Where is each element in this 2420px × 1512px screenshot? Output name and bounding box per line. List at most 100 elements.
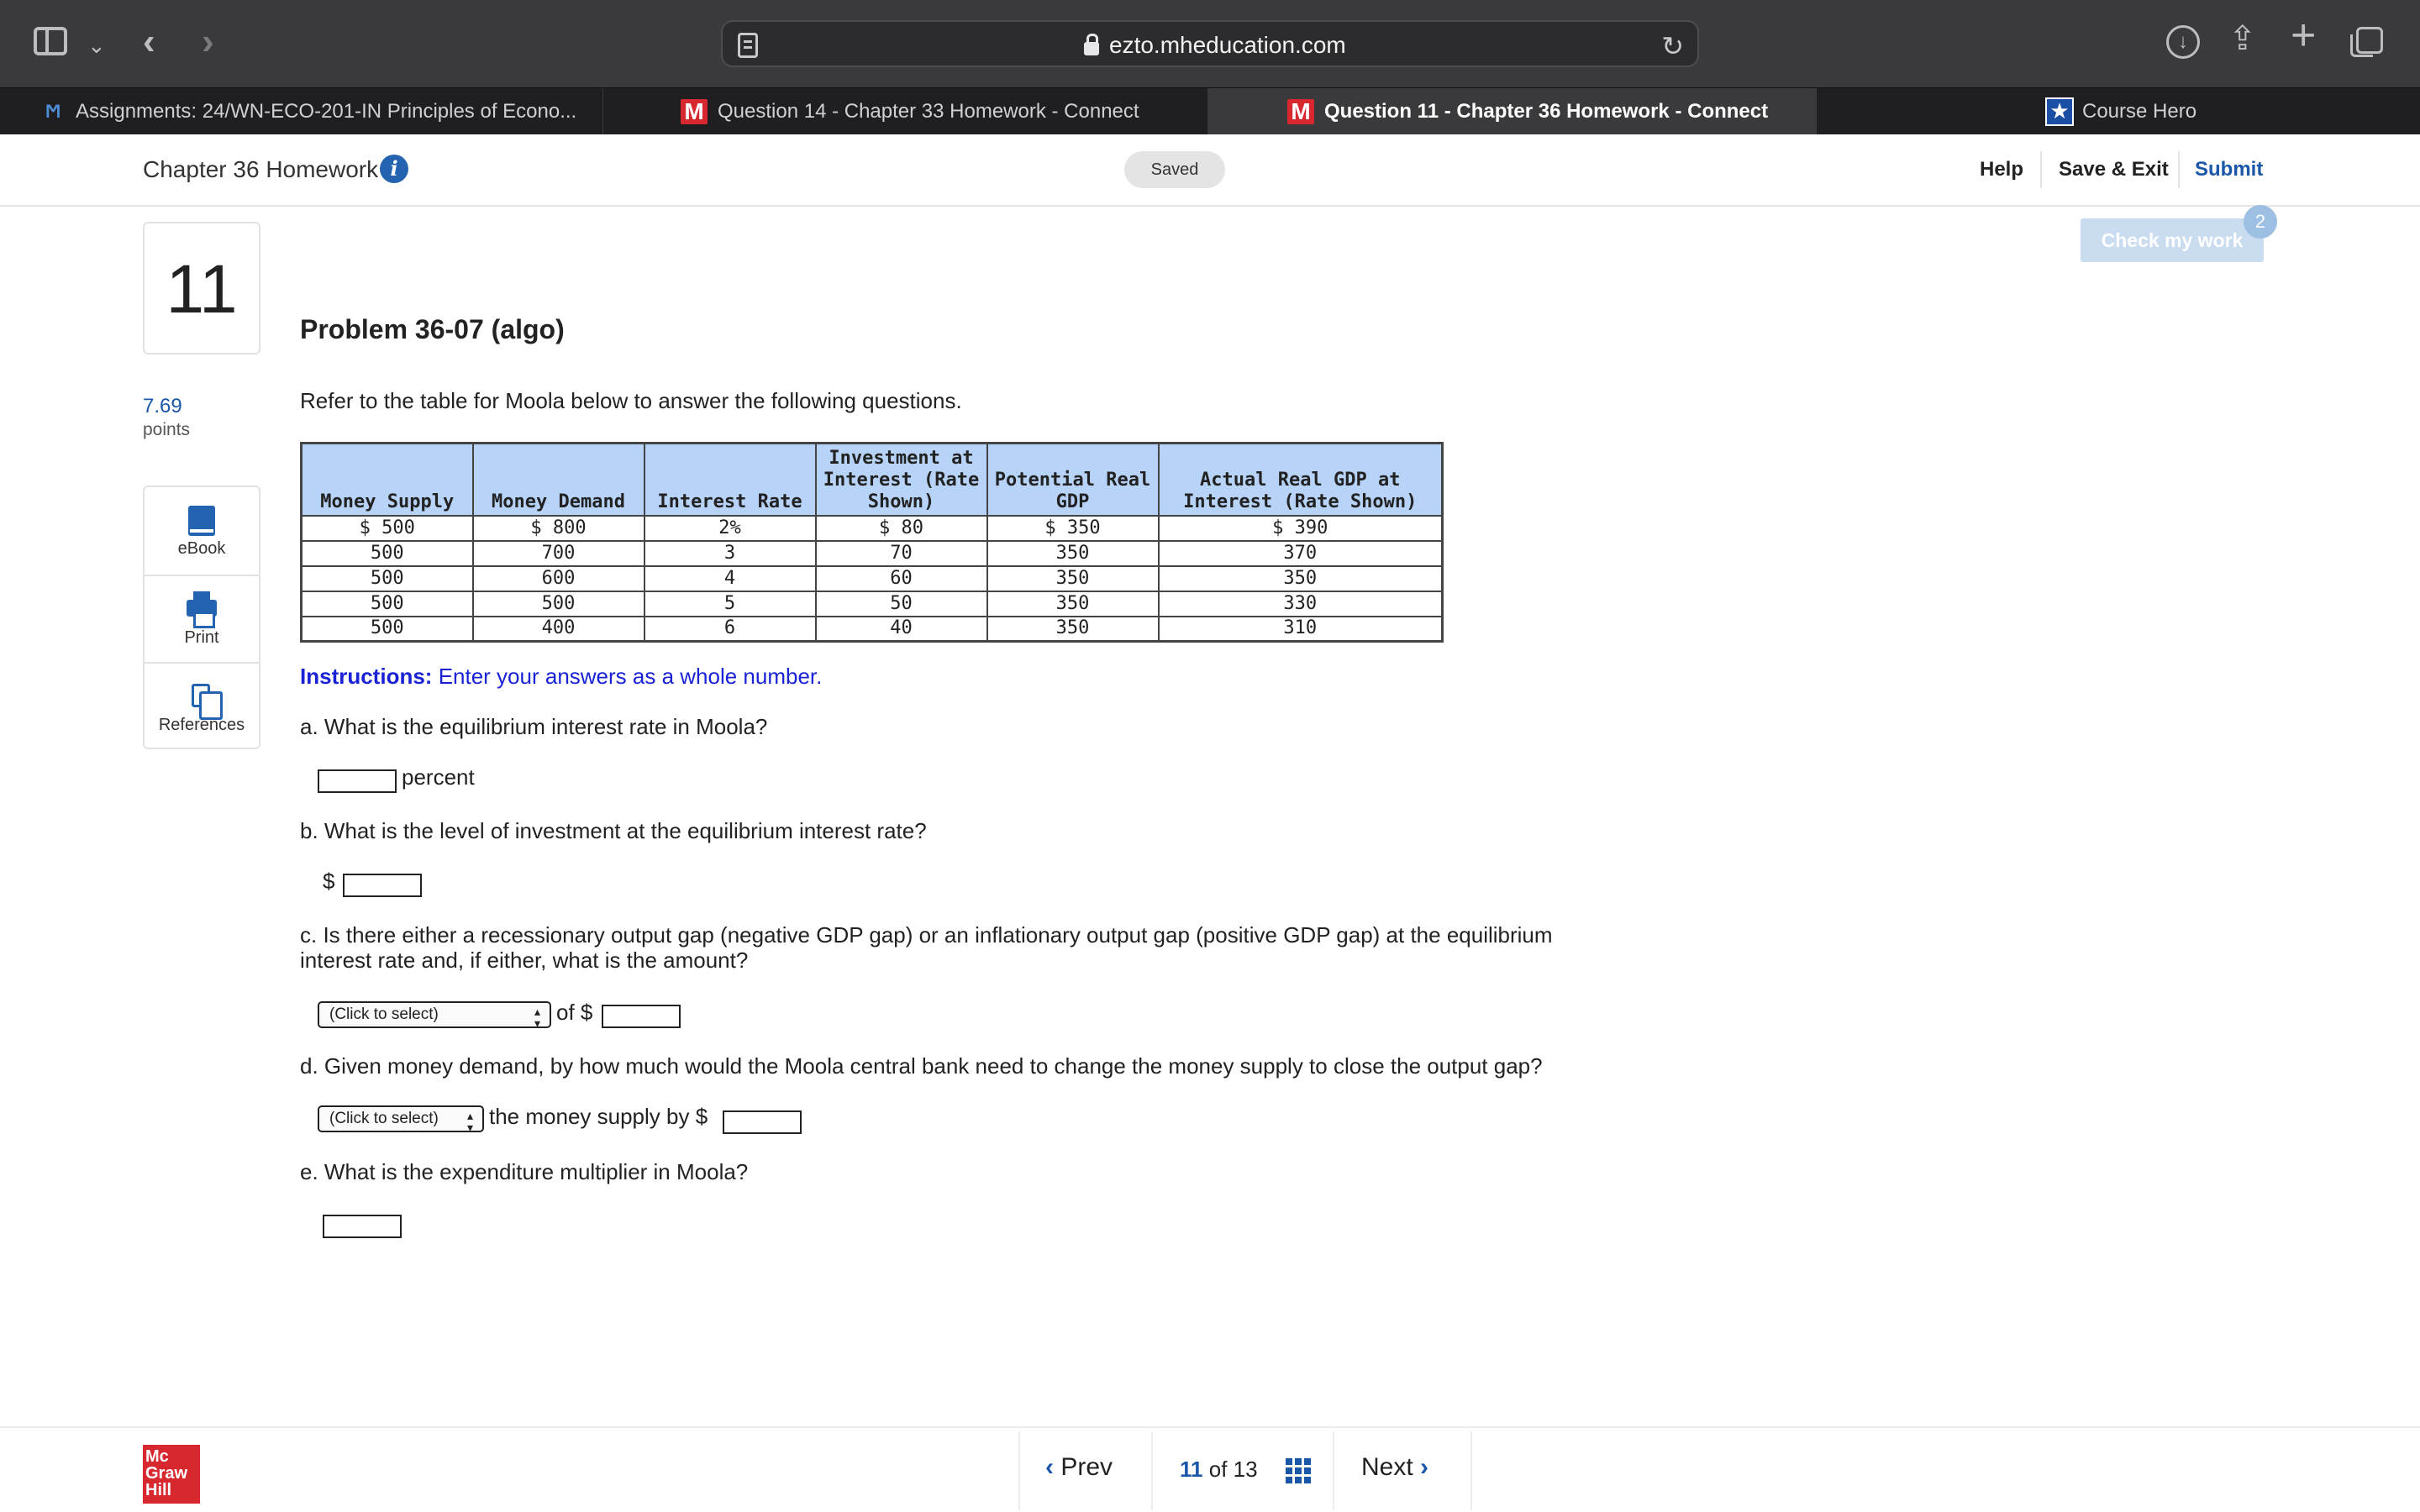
chevron-down-icon[interactable]: ⌄ [87,29,106,62]
table-cell: 2% [643,514,817,542]
info-icon[interactable]: i [380,155,408,183]
counter-of: of [1208,1457,1228,1482]
download-icon[interactable]: ↓ [2166,25,2200,59]
help-link[interactable]: Help [1980,158,2023,181]
question-pager: ‹ Prev 11 of 13 Next › [1018,1431,1472,1510]
tab-overview-icon[interactable] [2350,27,2383,57]
table-cell: 310 [1157,615,1444,643]
print-button[interactable]: Print [145,575,259,662]
answer-a-input[interactable] [318,769,397,793]
table-row: $ 500 $ 800 2% $ 80 $ 350 $ 390 [300,514,1444,542]
references-label: References [158,716,245,734]
table-cell: $ 800 [471,514,645,542]
tab-assignments[interactable]: Ϻ Assignments: 24/WN-ECO-201-IN Principl… [0,88,603,135]
question-c: c. Is there either a recessionary output… [300,922,1553,973]
forward-arrow-icon[interactable]: › [202,24,214,60]
tab-question-11[interactable]: M Question 11 - Chapter 36 Homework - Co… [1208,88,1817,135]
question-b: b. What is the level of investment at th… [300,818,927,843]
question-counter[interactable]: 11 of 13 [1180,1457,1258,1483]
table-cell: $ 390 [1157,514,1444,542]
pager-divider [1333,1431,1334,1510]
table-cell: 500 [300,564,474,592]
check-my-work-button[interactable]: Check my work [2081,218,2264,262]
browser-toolbar: ⌄ ‹ › ezto.mheducation.com ↻ ↓ ⇪ + [0,0,2420,87]
references-button[interactable]: References [145,662,259,749]
answer-a-suffix: percent [402,764,475,790]
table-cell: 3 [643,539,817,567]
url-text[interactable]: ezto.mheducation.com [1109,32,1346,59]
tab-question-14[interactable]: M Question 14 - Chapter 33 Homework - Co… [603,88,1208,135]
submit-link[interactable]: Submit [2195,158,2263,181]
sidebar-toggle-icon[interactable] [34,27,67,55]
mcgraw-hill-icon: M [1287,99,1314,124]
share-icon[interactable]: ⇪ [2228,22,2257,55]
points-value: 7.69 [143,395,182,417]
new-tab-icon[interactable]: + [2291,13,2316,57]
table-cell: 500 [471,590,645,617]
prev-label: Prev [1060,1453,1113,1481]
gap-type-select[interactable]: (Click to select) ▴ ▾ [318,1001,551,1030]
table-cell: 370 [1157,539,1444,567]
table-cell: 70 [814,539,988,567]
table-cell: 6 [643,615,817,643]
problem-title: Problem 36-07 (algo) [300,314,565,344]
answer-c-input[interactable] [602,1005,681,1028]
reader-mode-icon[interactable] [738,33,758,58]
table-cell: 600 [471,564,645,592]
tab-label: Question 11 - Chapter 36 Homework - Conn… [1324,100,1769,123]
table-cell: 700 [471,539,645,567]
total-questions: 13 [1233,1457,1258,1482]
answer-e-input[interactable] [323,1215,402,1238]
money-supply-change-select[interactable]: (Click to select) ▴ ▾ [318,1105,484,1134]
tab-label: Question 14 - Chapter 33 Homework - Conn… [718,100,1139,123]
table-cell: 330 [1157,590,1444,617]
next-label: Next [1361,1453,1413,1481]
ebook-label: eBook [177,539,226,558]
answer-b-prefix: $ [323,869,335,894]
lock-icon [1084,34,1099,55]
check-attempts-badge: 2 [2244,205,2277,239]
table-header-row: Money Supply Money Demand Interest Rate … [300,442,1444,517]
column-header: Money Supply [300,442,474,517]
reload-icon[interactable]: ↻ [1661,30,1684,62]
table-row: 500 700 3 70 350 370 [300,539,1444,567]
table-cell: $ 500 [300,514,474,542]
answer-d-input[interactable] [723,1110,802,1134]
ebook-button[interactable]: eBook [145,487,259,575]
save-exit-link[interactable]: Save & Exit [2059,158,2169,181]
mh-icon: Ϻ [45,101,61,122]
tools-panel: eBook Print References [143,486,260,749]
printer-icon [187,591,217,628]
answer-d-mid: the money supply by $ [489,1104,708,1129]
book-icon [188,506,215,536]
question-grid-icon[interactable] [1286,1458,1311,1483]
column-header: Interest Rate [643,442,817,517]
table-cell: $ 350 [986,514,1160,542]
mcgraw-hill-icon: M [681,99,708,124]
next-button[interactable]: Next › [1361,1453,1428,1482]
address-bar[interactable]: ezto.mheducation.com ↻ [721,20,1699,67]
column-header: Potential Real GDP [986,442,1160,517]
back-arrow-icon[interactable]: ‹ [143,24,155,60]
money-supply-change-select-value: (Click to select) [329,1110,439,1127]
prev-button[interactable]: ‹ Prev [1045,1453,1113,1482]
table-cell: 400 [471,615,645,643]
select-arrows-icon: ▴ ▾ [467,1109,474,1134]
table-cell: 500 [300,615,474,643]
header-divider [2040,151,2042,188]
instructions-text: Enter your answers as a whole number. [438,664,823,689]
answer-b-input[interactable] [343,874,422,897]
tab-course-hero[interactable]: ★ Course Hero [1817,88,2420,135]
table-cell: 350 [986,539,1160,567]
saved-status-badge: Saved [1124,151,1225,188]
references-icon [192,684,223,720]
print-label: Print [184,628,219,647]
select-arrows-icon: ▴ ▾ [534,1005,541,1030]
column-header: Investment at Interest (Rate Shown) [814,442,988,517]
points-label: points [143,420,191,439]
table-cell: $ 80 [814,514,988,542]
table-cell: 40 [814,615,988,643]
instructions: Instructions: Enter your answers as a wh… [300,664,822,690]
chevron-right-icon: › [1420,1453,1429,1481]
current-question: 11 [1180,1457,1203,1482]
